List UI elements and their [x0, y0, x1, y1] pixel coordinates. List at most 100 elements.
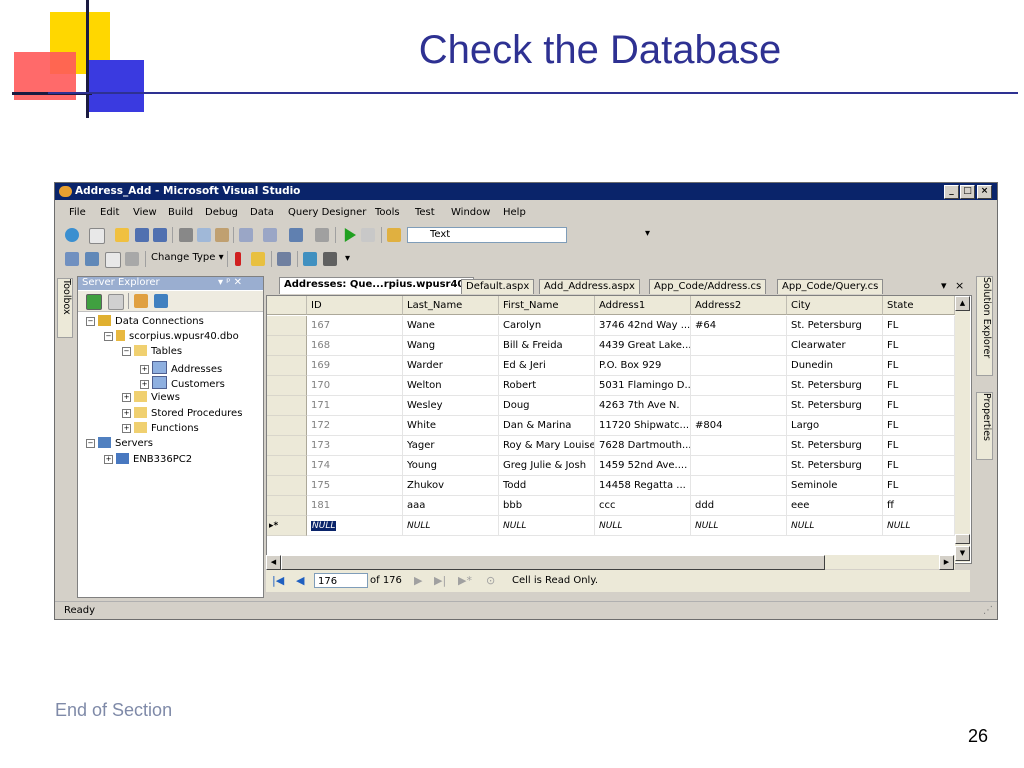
column-header-last-name[interactable]: Last_Name — [403, 296, 499, 315]
menu-view[interactable]: View — [133, 207, 157, 218]
group-by-icon[interactable] — [277, 252, 291, 266]
cell-address1[interactable]: 3746 42nd Way ... — [595, 316, 691, 336]
cell-first-name[interactable]: Greg Julie & Josh — [499, 456, 595, 476]
row-selector[interactable] — [267, 496, 307, 516]
new-project-icon[interactable] — [65, 228, 79, 242]
cell-id[interactable]: 174 — [307, 456, 403, 476]
cell-state[interactable]: ff — [883, 496, 955, 516]
cell-state[interactable]: FL — [883, 436, 955, 456]
tree-node-scorpius-connection[interactable]: − scorpius.wpusr40.dbo — [104, 330, 239, 342]
close-button[interactable]: × — [977, 185, 992, 199]
new-row-marker[interactable]: ▸* — [267, 516, 307, 536]
cell-last-name[interactable]: Young — [403, 456, 499, 476]
cell-address2[interactable] — [691, 476, 787, 496]
cell-address2[interactable] — [691, 356, 787, 376]
table-row[interactable]: 173 Yager Roy & Mary Louise 7628 Dartmou… — [267, 436, 955, 456]
row-selector[interactable] — [267, 356, 307, 376]
cell-id[interactable]: 175 — [307, 476, 403, 496]
tree-node-addresses[interactable]: + Addresses — [140, 361, 222, 375]
tree-node-functions[interactable]: + Functions — [122, 422, 199, 434]
column-header-first-name[interactable]: First_Name — [499, 296, 595, 315]
toolbar-options-icon[interactable]: ▾ — [345, 253, 350, 264]
column-header-state[interactable]: State — [883, 296, 955, 315]
scroll-left-icon[interactable]: ◀ — [266, 555, 281, 570]
resize-grip-icon[interactable]: ⋰ — [983, 605, 993, 616]
cell-address1-null[interactable]: NULL — [595, 516, 691, 536]
menu-debug[interactable]: Debug — [205, 207, 238, 218]
row-selector[interactable] — [267, 436, 307, 456]
cell-first-name[interactable]: Roy & Mary Louise — [499, 436, 595, 456]
cell-city[interactable]: St. Petersburg — [787, 316, 883, 336]
redo-icon[interactable] — [263, 228, 277, 242]
refresh-icon[interactable] — [86, 294, 102, 310]
cell-last-name[interactable]: aaa — [403, 496, 499, 516]
navigate-backward-icon[interactable] — [289, 228, 303, 242]
cell-address2[interactable]: #64 — [691, 316, 787, 336]
table-row[interactable]: 169 Warder Ed & Jeri P.O. Box 929 Dunedi… — [267, 356, 955, 376]
cell-id[interactable]: 172 — [307, 416, 403, 436]
cell-address2[interactable]: #804 — [691, 416, 787, 436]
menu-query-designer[interactable]: Query Designer — [288, 207, 366, 218]
cell-state[interactable]: FL — [883, 396, 955, 416]
expand-icon[interactable]: + — [140, 380, 149, 389]
cell-state[interactable]: FL — [883, 316, 955, 336]
next-record-icon[interactable]: ▶ — [414, 574, 422, 587]
cell-state[interactable]: FL — [883, 336, 955, 356]
cell-state[interactable]: FL — [883, 476, 955, 496]
cell-city[interactable]: Largo — [787, 416, 883, 436]
cell-address2[interactable] — [691, 396, 787, 416]
cell-first-name[interactable]: Ed & Jeri — [499, 356, 595, 376]
tab-address-cs[interactable]: App_Code/Address.cs — [649, 279, 767, 294]
tree-node-stored-procedures[interactable]: + Stored Procedures — [122, 407, 242, 419]
table-row[interactable]: 174 Young Greg Julie & Josh 1459 52nd Av… — [267, 456, 955, 476]
scroll-thumb[interactable] — [955, 534, 970, 544]
cell-last-name[interactable]: Yager — [403, 436, 499, 456]
expand-icon[interactable]: + — [122, 393, 131, 402]
cell-last-name[interactable]: Wesley — [403, 396, 499, 416]
connect-to-database-icon[interactable] — [134, 294, 148, 308]
cell-address1[interactable]: 5031 Flamingo D... — [595, 376, 691, 396]
column-header-address2[interactable]: Address2 — [691, 296, 787, 315]
cell-city[interactable]: Dunedin — [787, 356, 883, 376]
cell-id[interactable]: 170 — [307, 376, 403, 396]
cell-city-null[interactable]: NULL — [787, 516, 883, 536]
cell-address2[interactable]: ddd — [691, 496, 787, 516]
cell-address1[interactable]: P.O. Box 929 — [595, 356, 691, 376]
cell-address1[interactable]: 4439 Great Lake... — [595, 336, 691, 356]
row-selector[interactable] — [267, 376, 307, 396]
table-row[interactable]: 170 Welton Robert 5031 Flamingo D... St.… — [267, 376, 955, 396]
paste-icon[interactable] — [215, 228, 229, 242]
add-item-icon[interactable] — [89, 228, 105, 244]
cell-last-name[interactable]: Wane — [403, 316, 499, 336]
cell-state-null[interactable]: NULL — [883, 516, 955, 536]
table-row[interactable]: 172 White Dan & Marina 11720 Shipwatc...… — [267, 416, 955, 436]
cell-first-name[interactable]: Carolyn — [499, 316, 595, 336]
cell-address1[interactable]: ccc — [595, 496, 691, 516]
solution-configurations-icon[interactable] — [361, 228, 375, 242]
menu-data[interactable]: Data — [250, 207, 274, 218]
cell-id[interactable]: 171 — [307, 396, 403, 416]
undo-icon[interactable] — [239, 228, 253, 242]
solution-explorer-tab[interactable]: Solution Explorer — [976, 276, 993, 376]
collapse-icon[interactable]: − — [86, 439, 95, 448]
menu-file[interactable]: File — [69, 207, 86, 218]
show-results-pane-icon[interactable] — [125, 252, 139, 266]
cell-address2[interactable] — [691, 456, 787, 476]
cell-address1[interactable]: 11720 Shipwatc... — [595, 416, 691, 436]
collapse-icon[interactable]: − — [104, 332, 113, 341]
start-debugging-icon[interactable] — [344, 228, 356, 242]
menu-test[interactable]: Test — [415, 207, 435, 218]
row-selector[interactable] — [267, 456, 307, 476]
show-criteria-pane-icon[interactable] — [85, 252, 99, 266]
add-table-icon[interactable] — [303, 252, 317, 266]
current-record-input[interactable]: 176 — [314, 573, 368, 588]
cell-last-name[interactable]: Zhukov — [403, 476, 499, 496]
navigate-forward-icon[interactable] — [315, 228, 329, 242]
cell-last-name-null[interactable]: NULL — [403, 516, 499, 536]
cell-last-name[interactable]: Warder — [403, 356, 499, 376]
cell-last-name[interactable]: Welton — [403, 376, 499, 396]
vertical-scrollbar[interactable]: ▲ ▼ — [955, 296, 970, 562]
find-in-files-icon[interactable] — [387, 228, 401, 242]
scroll-down-icon[interactable]: ▼ — [955, 546, 970, 561]
tree-node-customers[interactable]: + Customers — [140, 376, 225, 390]
